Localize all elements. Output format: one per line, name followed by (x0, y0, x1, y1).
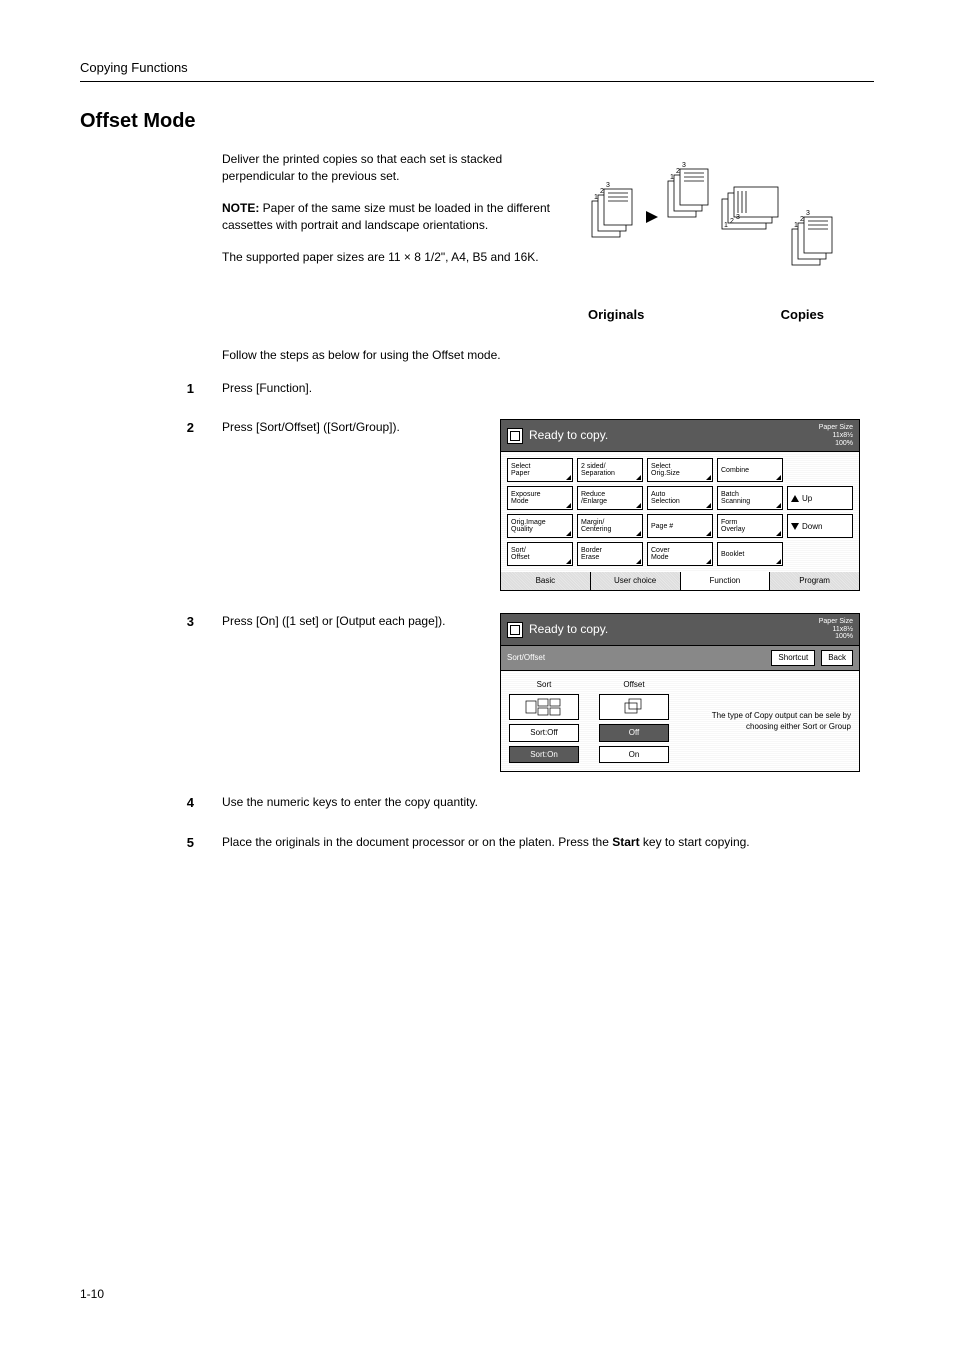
panel-button[interactable]: ExposureMode (507, 486, 573, 510)
panel2-breadcrumb: Sort/Offset (507, 652, 765, 664)
section-header: Copying Functions (80, 60, 874, 82)
panel-button[interactable]: SelectOrig.Size (647, 458, 713, 482)
step-5-num: 5 (80, 834, 222, 850)
follow-text: Follow the steps as below for using the … (222, 348, 874, 362)
intro-note: NOTE: Paper of the same size must be loa… (222, 200, 562, 235)
svg-text:3: 3 (606, 182, 610, 189)
step-4-num: 4 (80, 794, 222, 810)
svg-text:2: 2 (730, 218, 734, 225)
panel2-title: Ready to copy. (529, 621, 608, 638)
panel-button[interactable]: Orig.ImageQuality (507, 514, 573, 538)
panel1-title: Ready to copy. (529, 427, 608, 444)
panel1-zoom: 100% (819, 440, 853, 448)
step-3-num: 3 (80, 613, 222, 629)
svg-text:2: 2 (676, 168, 680, 175)
touch-panel-function: Ready to copy. Paper Size 11x8½ 100% Sel… (500, 419, 860, 591)
panel2-zoom: 100% (819, 633, 853, 641)
sort-column-label: Sort (509, 679, 579, 691)
page-number: 1-10 (80, 1287, 104, 1301)
start-key-label: Start (612, 835, 639, 849)
panel-button[interactable]: Combine (717, 458, 783, 482)
svg-text:3: 3 (682, 162, 686, 169)
offset-icon (599, 694, 669, 720)
panel-button[interactable]: BatchScanning (717, 486, 783, 510)
touch-panel-sort-offset: Ready to copy. Paper Size 11x8½ 100% Sor… (500, 613, 860, 772)
panel-button[interactable]: SelectPaper (507, 458, 573, 482)
step-1-num: 1 (80, 380, 222, 396)
offset-on-button[interactable]: On (599, 746, 669, 764)
step-3-text: Press [On] ([1 set] or [Output each page… (222, 613, 482, 630)
up-button[interactable]: Up (787, 486, 853, 510)
page-title: Offset Mode (80, 110, 874, 133)
svg-text:1: 1 (594, 194, 598, 201)
shortcut-button[interactable]: Shortcut (771, 650, 815, 666)
step-5-text: Place the originals in the document proc… (222, 834, 874, 851)
step-2-text: Press [Sort/Offset] ([Sort/Group]). (222, 419, 482, 436)
intro-block: Deliver the printed copies so that each … (222, 151, 874, 322)
panel-button[interactable]: AutoSelection (647, 486, 713, 510)
panel-button[interactable]: Booklet (717, 542, 783, 566)
svg-text:2: 2 (800, 216, 804, 223)
tab-program[interactable]: Program (770, 572, 859, 590)
panel-button[interactable]: Sort/Offset (507, 542, 573, 566)
step-4-text: Use the numeric keys to enter the copy q… (222, 794, 874, 811)
svg-text:1: 1 (724, 222, 728, 229)
step-1-text: Press [Function]. (222, 380, 874, 397)
svg-text:1: 1 (670, 174, 674, 181)
panel-button[interactable]: FormOverlay (717, 514, 783, 538)
back-button[interactable]: Back (821, 650, 853, 666)
copy-icon (507, 428, 523, 444)
panel-button[interactable]: Reduce/Enlarge (577, 486, 643, 510)
sort-on-button[interactable]: Sort:On (509, 746, 579, 764)
offset-off-button[interactable]: Off (599, 724, 669, 742)
panel1-papersize-label: Paper Size (819, 424, 853, 432)
tab-basic[interactable]: Basic (501, 572, 591, 590)
panel2-desc: The type of Copy output can be sele by c… (711, 710, 851, 733)
panel-button[interactable]: Page # (647, 514, 713, 538)
sort-icon (509, 694, 579, 720)
panel-button[interactable]: 2 sided/Separation (577, 458, 643, 482)
panel1-papersize: 11x8½ (819, 432, 853, 440)
panel-button[interactable]: BorderErase (577, 542, 643, 566)
panel-button[interactable]: Margin/Centering (577, 514, 643, 538)
panel2-papersize: 11x8½ (819, 626, 853, 634)
intro-p1: Deliver the printed copies so that each … (222, 151, 562, 186)
diagram-originals-label: Originals (588, 307, 644, 322)
sort-off-button[interactable]: Sort:Off (509, 724, 579, 742)
note-label: NOTE: (222, 201, 259, 215)
svg-text:1: 1 (794, 222, 798, 229)
svg-text:3: 3 (806, 210, 810, 217)
offset-diagram: 1 2 3 1 2 3 (582, 151, 842, 301)
svg-text:3: 3 (736, 214, 740, 221)
svg-text:2: 2 (600, 188, 604, 195)
intro-p3: The supported paper sizes are 11 × 8 1/2… (222, 249, 562, 266)
step-2-num: 2 (80, 419, 222, 435)
panel2-papersize-label: Paper Size (819, 618, 853, 626)
panel-button[interactable]: CoverMode (647, 542, 713, 566)
offset-column-label: Offset (599, 679, 669, 691)
diagram-copies-label: Copies (781, 307, 824, 322)
tab-function[interactable]: Function (681, 572, 771, 590)
copy-icon (507, 622, 523, 638)
tab-user-choice[interactable]: User choice (591, 572, 681, 590)
note-body: Paper of the same size must be loaded in… (222, 201, 550, 232)
down-button[interactable]: Down (787, 514, 853, 538)
